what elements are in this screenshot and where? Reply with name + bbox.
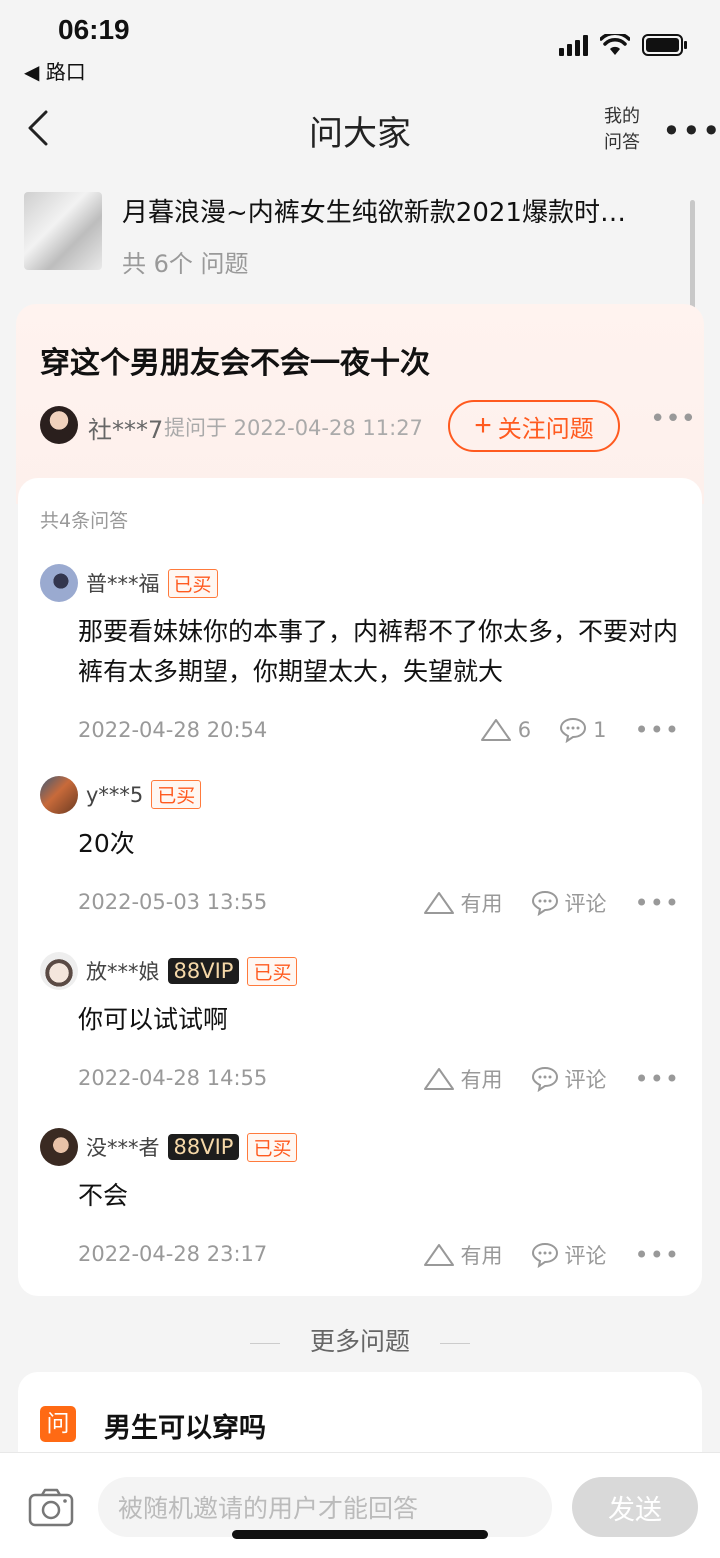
useful-button[interactable]: 有用 <box>423 888 503 918</box>
triangle-like-icon <box>423 1244 454 1266</box>
comment-button[interactable]: 评论 <box>531 1064 607 1094</box>
triangle-like-icon <box>480 719 511 741</box>
cellular-signal-icon <box>559 34 588 56</box>
nav-bar: 问大家 我的问答 ••• <box>0 90 720 170</box>
status-bar: 06:19 ◀ 路口 <box>0 0 720 90</box>
comment-button[interactable]: 1 <box>559 717 607 743</box>
camera-icon[interactable] <box>28 1487 74 1527</box>
answer-actions: 有用 评论 ••• <box>423 1240 680 1270</box>
plus-icon: + <box>474 409 492 442</box>
answers-panel: 共4条问答 普***福 已买 那要看妹妹你的本事了，内裤帮不了你太多，不要对内裤… <box>18 478 702 1296</box>
comment-label: 评论 <box>564 892 607 916</box>
answer-more-button[interactable]: ••• <box>635 1241 680 1269</box>
answer-date: 2022-04-28 14:55 <box>78 1066 268 1090</box>
answer-text: 20次 <box>78 829 135 858</box>
follow-label: 关注问题 <box>497 415 594 443</box>
answer-user: 普***福 已买 <box>86 568 218 598</box>
answer-user: 放***娘 88VIP 已买 <box>86 956 298 986</box>
wifi-icon <box>600 34 630 55</box>
product-header[interactable]: 月暮浪漫~内裤女生纯欲新款2021爆款时… 共 6个 问题 <box>24 192 696 278</box>
comment-bubble-icon <box>531 1066 558 1092</box>
avatar[interactable] <box>40 776 78 814</box>
my-qa-button[interactable]: 我的问答 <box>604 104 644 156</box>
answer-more-button[interactable]: ••• <box>635 1065 680 1093</box>
asker-avatar[interactable] <box>40 406 78 444</box>
useful-count: 6 <box>517 718 532 742</box>
answer-more-button[interactable]: ••• <box>635 716 680 744</box>
back-to-app-link[interactable]: ◀ 路口 <box>24 56 86 85</box>
comment-bubble-icon <box>531 1242 558 1268</box>
avatar[interactable] <box>40 952 78 990</box>
follow-question-button[interactable]: + 关注问题 <box>448 400 620 452</box>
answer-user: y***5 已买 <box>86 780 202 809</box>
vip-badge: 88VIP <box>167 1134 240 1160</box>
home-indicator[interactable] <box>232 1530 488 1539</box>
question-count: 共 6个 问题 <box>122 250 249 278</box>
useful-button[interactable]: 有用 <box>423 1064 503 1094</box>
avatar[interactable] <box>40 564 78 602</box>
question-more-button[interactable]: ••• <box>650 404 696 434</box>
comment-bubble-icon <box>531 890 558 916</box>
answer-date: 2022-05-03 13:55 <box>78 890 268 914</box>
avatar[interactable] <box>40 1128 78 1166</box>
useful-label: 有用 <box>460 1244 503 1268</box>
comment-label: 评论 <box>564 1244 607 1268</box>
answer-actions: 有用 评论 ••• <box>423 1064 680 1094</box>
comment-label: 评论 <box>564 1068 607 1092</box>
asked-time: 提问于 2022-04-28 11:27 <box>164 416 423 440</box>
triangle-like-icon <box>423 1068 454 1090</box>
product-thumbnail <box>24 192 102 270</box>
answer-text: 你可以试试啊 <box>78 1005 229 1034</box>
comment-bubble-icon <box>560 717 587 743</box>
useful-button[interactable]: 6 <box>480 718 531 742</box>
answer-user: 没***者 88VIP 已买 <box>86 1132 298 1162</box>
battery-icon <box>642 34 687 56</box>
answer-text: 不会 <box>78 1181 129 1210</box>
asker-name: 社***7 <box>88 416 164 444</box>
more-menu-button[interactable]: ••• <box>662 112 720 150</box>
answer-date: 2022-04-28 20:54 <box>78 718 268 742</box>
answer-text: 那要看妹妹你的本事了，内裤帮不了你太多，不要对内裤有太多期望，你期望太大，失望就… <box>78 617 679 686</box>
bought-badge: 已买 <box>247 1132 298 1162</box>
divider-line <box>250 1342 281 1344</box>
more-questions-divider: 更多问题 <box>0 1322 720 1358</box>
comment-button[interactable]: 评论 <box>531 1240 607 1270</box>
send-button[interactable]: 发送 <box>572 1477 698 1537</box>
answer-actions: 有用 评论 ••• <box>423 888 680 918</box>
comment-count: 1 <box>593 718 607 742</box>
answer-username: 没***者 <box>86 1136 160 1160</box>
answer-actions: 6 1 ••• <box>480 716 680 744</box>
answer-input[interactable]: 被随机邀请的用户才能回答 <box>98 1477 552 1537</box>
answer-username: 放***娘 <box>86 960 160 984</box>
bought-badge: 已买 <box>151 780 202 809</box>
useful-label: 有用 <box>460 892 503 916</box>
question-title: 穿这个男朋友会不会一夜十次 <box>40 346 430 381</box>
related-question-item[interactable]: 问 男生可以穿吗 <box>18 1372 702 1462</box>
answer-more-button[interactable]: ••• <box>635 889 680 917</box>
answer-date: 2022-04-28 23:17 <box>78 1242 268 1266</box>
useful-label: 有用 <box>460 1068 503 1092</box>
question-mark-icon: 问 <box>40 1406 76 1442</box>
related-question-title: 男生可以穿吗 <box>104 1413 266 1444</box>
more-questions-heading: 更多问题 <box>309 1327 410 1356</box>
vip-badge: 88VIP <box>167 958 240 984</box>
product-title: 月暮浪漫~内裤女生纯欲新款2021爆款时… <box>122 198 626 228</box>
status-time: 06:19 <box>58 14 130 45</box>
bought-badge: 已买 <box>167 568 218 598</box>
comment-button[interactable]: 评论 <box>531 888 607 918</box>
bought-badge: 已买 <box>247 956 298 986</box>
answer-username: 普***福 <box>86 572 160 596</box>
question-card: 穿这个男朋友会不会一夜十次 社***7 提问于 2022-04-28 11:27… <box>16 304 704 504</box>
answer-input-bar: 被随机邀请的用户才能回答 发送 <box>0 1452 720 1558</box>
answers-count: 共4条问答 <box>40 510 129 532</box>
answer-username: y***5 <box>86 782 144 807</box>
status-icons <box>559 34 688 56</box>
useful-button[interactable]: 有用 <box>423 1240 503 1270</box>
triangle-like-icon <box>423 892 454 914</box>
divider-line <box>439 1342 470 1344</box>
